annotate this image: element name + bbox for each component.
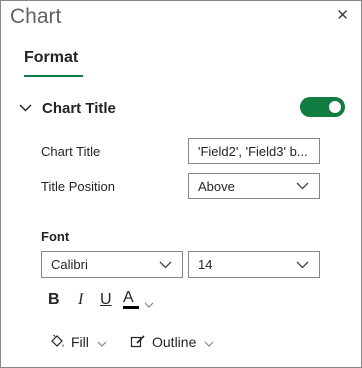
font-size-dropdown[interactable]: 14 — [188, 251, 320, 278]
chevron-down-icon — [97, 334, 107, 350]
chart-title-toggle[interactable] — [300, 97, 345, 117]
title-position-label: Title Position — [41, 179, 115, 194]
font-size-value: 14 — [198, 257, 213, 272]
chart-title-value: 'Field2', 'Field3' b... — [198, 143, 308, 159]
title-position-dropdown[interactable]: Above — [188, 173, 320, 199]
chevron-down-icon — [296, 182, 309, 190]
bold-button[interactable]: B — [48, 291, 60, 309]
font-color-bar — [123, 306, 139, 309]
tab-format[interactable]: Format — [24, 49, 78, 67]
close-icon[interactable]: ✕ — [336, 8, 349, 24]
outline-button[interactable]: Outline — [130, 334, 214, 350]
italic-button[interactable]: I — [78, 291, 83, 309]
paint-bucket-icon — [51, 334, 64, 347]
font-color-icon: A — [123, 289, 134, 306]
outline-label: Outline — [152, 334, 197, 350]
chevron-down-icon — [204, 334, 214, 350]
chevron-down-icon — [296, 261, 309, 269]
toggle-knob — [329, 101, 341, 113]
pane-title: Chart — [10, 5, 62, 28]
chevron-down-icon — [19, 104, 32, 112]
font-family-value: Calibri — [51, 257, 88, 272]
chart-title-label: Chart Title — [41, 144, 101, 159]
chart-format-pane: Chart ✕ Format Chart Title Chart Title '… — [0, 0, 362, 368]
fill-label: Fill — [71, 334, 89, 350]
fill-button[interactable]: Fill — [49, 334, 107, 350]
tab-format-underline — [24, 75, 83, 77]
chevron-down-icon — [159, 261, 172, 269]
title-position-value: Above — [198, 178, 235, 194]
font-heading: Font — [41, 229, 70, 244]
pencil-outline-icon — [130, 335, 145, 348]
font-color-button[interactable]: A — [123, 289, 139, 309]
chevron-down-icon[interactable] — [144, 295, 154, 313]
chart-title-input[interactable]: 'Field2', 'Field3' b... — [188, 138, 320, 164]
font-family-dropdown[interactable]: Calibri — [41, 251, 183, 278]
chart-title-section-header[interactable]: Chart Title — [19, 98, 116, 118]
section-label: Chart Title — [42, 99, 116, 117]
underline-button[interactable]: U — [100, 291, 112, 309]
